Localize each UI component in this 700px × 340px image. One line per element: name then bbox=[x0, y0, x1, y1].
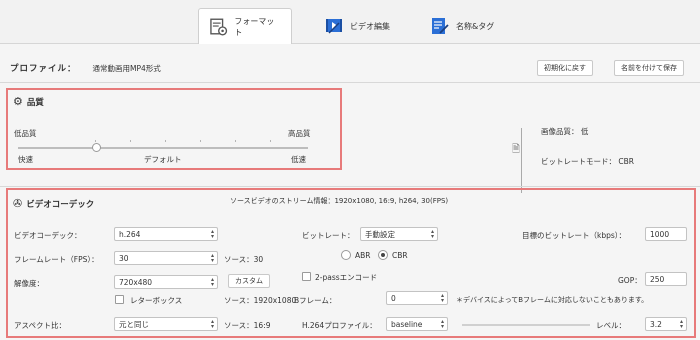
reset-button[interactable]: 初期化に戻す bbox=[537, 60, 593, 76]
slider-tick bbox=[165, 140, 166, 142]
slider-tick bbox=[235, 140, 236, 142]
chevron-updown-icon: ▴ ▾ bbox=[440, 292, 444, 304]
film-reel-icon: ✇ bbox=[13, 197, 23, 210]
chevron-updown-icon: ▴ ▾ bbox=[210, 318, 214, 330]
abr-label: ABR bbox=[355, 251, 371, 260]
quality-title-label: 品質 bbox=[26, 97, 44, 108]
slider-tick bbox=[130, 140, 131, 142]
tab-format[interactable]: フォーマット bbox=[198, 8, 292, 45]
chevron-updown-icon: ▴ ▾ bbox=[210, 252, 214, 264]
slider-tick bbox=[200, 140, 201, 142]
tab-bar: フォーマット ビデオ編集 名称&タグ bbox=[0, 0, 700, 45]
bitrate-label: ビットレート： bbox=[302, 231, 355, 240]
video-codec-title: ✇ ビデオコーデック bbox=[13, 197, 94, 210]
tab-format-label: フォーマット bbox=[234, 17, 275, 37]
tab-video-edit-label: ビデオ編集 bbox=[350, 21, 390, 31]
video-edit-icon bbox=[326, 19, 342, 34]
format-settings-icon bbox=[210, 18, 228, 36]
aspect-source: ソース：16:9 bbox=[224, 321, 271, 330]
level-select[interactable]: 3.2 ▴ ▾ bbox=[645, 317, 687, 331]
tab-name-tags[interactable]: 名称&タグ bbox=[420, 8, 504, 44]
profile-label: プロファイル： bbox=[10, 64, 77, 74]
cbr-label: CBR bbox=[392, 251, 408, 260]
image-quality-info: 画像品質： 低 bbox=[541, 127, 589, 136]
video-codec-title-label: ビデオコーデック bbox=[26, 199, 95, 210]
h264-profile-label: H.264プロファイル： bbox=[302, 321, 377, 330]
resolution-label: 解像度： bbox=[14, 279, 44, 288]
level-separator bbox=[462, 324, 590, 326]
chevron-updown-icon: ▴ ▾ bbox=[440, 318, 444, 330]
bframe-value: 0 bbox=[391, 293, 396, 303]
gop-label: GOP： bbox=[618, 276, 642, 285]
video-codec-label: ビデオコーデック： bbox=[14, 231, 82, 240]
gear-icon: ⚙ bbox=[13, 95, 23, 108]
fps-value: 30 bbox=[119, 253, 129, 263]
fps-label: フレームレート（FPS）： bbox=[14, 255, 99, 264]
target-bitrate-label: 目標のビットレート（kbps）： bbox=[522, 231, 627, 240]
level-label: レベル： bbox=[596, 321, 626, 330]
divider bbox=[0, 186, 700, 187]
chevron-updown-icon: ▴ ▾ bbox=[210, 228, 214, 240]
target-bitrate-input[interactable]: 1000 bbox=[645, 227, 687, 241]
level-value: 3.2 bbox=[650, 319, 662, 329]
quality-slider-track[interactable] bbox=[18, 147, 308, 149]
chevron-updown-icon: ▴ ▾ bbox=[210, 276, 214, 288]
quality-title: ⚙ 品質 bbox=[13, 95, 44, 108]
resolution-select[interactable]: 720x480 ▴ ▾ bbox=[114, 275, 218, 289]
letterbox-label: レターボックス bbox=[130, 296, 183, 305]
info-bracket bbox=[521, 128, 529, 193]
aspect-select[interactable]: 元と同じ ▴ ▾ bbox=[114, 317, 218, 331]
video-codec-section bbox=[6, 188, 696, 338]
high-quality-label: 高品質 bbox=[288, 129, 311, 138]
source-stream-info: ソースビデオのストリーム情報：1920x1080, 16:9, h264, 30… bbox=[230, 197, 449, 205]
low-quality-label: 低品質 bbox=[14, 129, 37, 138]
resolution-source: ソース：1920x1080 bbox=[224, 296, 297, 305]
slider-tick bbox=[95, 140, 96, 142]
default-label: デフォルト bbox=[144, 155, 182, 164]
custom-button[interactable]: カスタム bbox=[228, 274, 270, 288]
chevron-updown-icon: ▴ ▾ bbox=[679, 318, 683, 330]
h264-profile-select[interactable]: baseline ▴ ▾ bbox=[386, 317, 448, 331]
fps-source: ソース：30 bbox=[224, 255, 264, 264]
bitrate-value: 手動設定 bbox=[365, 229, 395, 239]
two-pass-label: 2-passエンコード bbox=[315, 273, 378, 282]
tab-video-edit[interactable]: ビデオ編集 bbox=[314, 8, 400, 44]
letterbox-checkbox[interactable] bbox=[115, 295, 124, 304]
video-codec-value: h.264 bbox=[119, 229, 141, 239]
bframe-note: ＊デバイスによってBフレームに対応しないこともあります。 bbox=[456, 296, 649, 304]
chevron-updown-icon: ▴ ▾ bbox=[430, 228, 434, 240]
name-tag-edit-icon bbox=[432, 18, 449, 34]
aspect-label: アスペクト比： bbox=[14, 321, 66, 330]
h264-profile-value: baseline bbox=[391, 319, 423, 329]
slow-label: 低速 bbox=[291, 155, 306, 164]
abr-radio[interactable] bbox=[341, 250, 351, 260]
two-pass-checkbox[interactable] bbox=[302, 272, 311, 281]
save-as-button[interactable]: 名前を付けて保存 bbox=[614, 60, 684, 76]
document-icon: 🗎 bbox=[512, 142, 521, 159]
bitrate-mode-info: ビットレートモード： CBR bbox=[541, 157, 634, 166]
profile-value[interactable]: 通常動画用MP4形式 bbox=[93, 63, 161, 74]
fps-select[interactable]: 30 ▴ ▾ bbox=[114, 251, 218, 265]
gop-input[interactable]: 250 bbox=[645, 272, 687, 286]
bframe-select[interactable]: 0 ▴ ▾ bbox=[386, 291, 448, 305]
fast-label: 快速 bbox=[18, 155, 33, 164]
bframe-label: Bフレーム： bbox=[294, 296, 337, 305]
aspect-value: 元と同じ bbox=[119, 319, 149, 329]
format-panel: プロファイル： 通常動画用MP4形式 初期化に戻す 名前を付けて保存 ⚙ 品質 … bbox=[0, 44, 700, 340]
resolution-value: 720x480 bbox=[119, 277, 153, 287]
divider bbox=[0, 82, 700, 83]
video-codec-select[interactable]: h.264 ▴ ▾ bbox=[114, 227, 218, 241]
profile-row: プロファイル： 通常動画用MP4形式 bbox=[10, 62, 161, 75]
slider-tick bbox=[270, 140, 271, 142]
cbr-radio[interactable] bbox=[378, 250, 388, 260]
tab-name-tags-label: 名称&タグ bbox=[456, 21, 495, 31]
bitrate-select[interactable]: 手動設定 ▴ ▾ bbox=[360, 227, 438, 241]
